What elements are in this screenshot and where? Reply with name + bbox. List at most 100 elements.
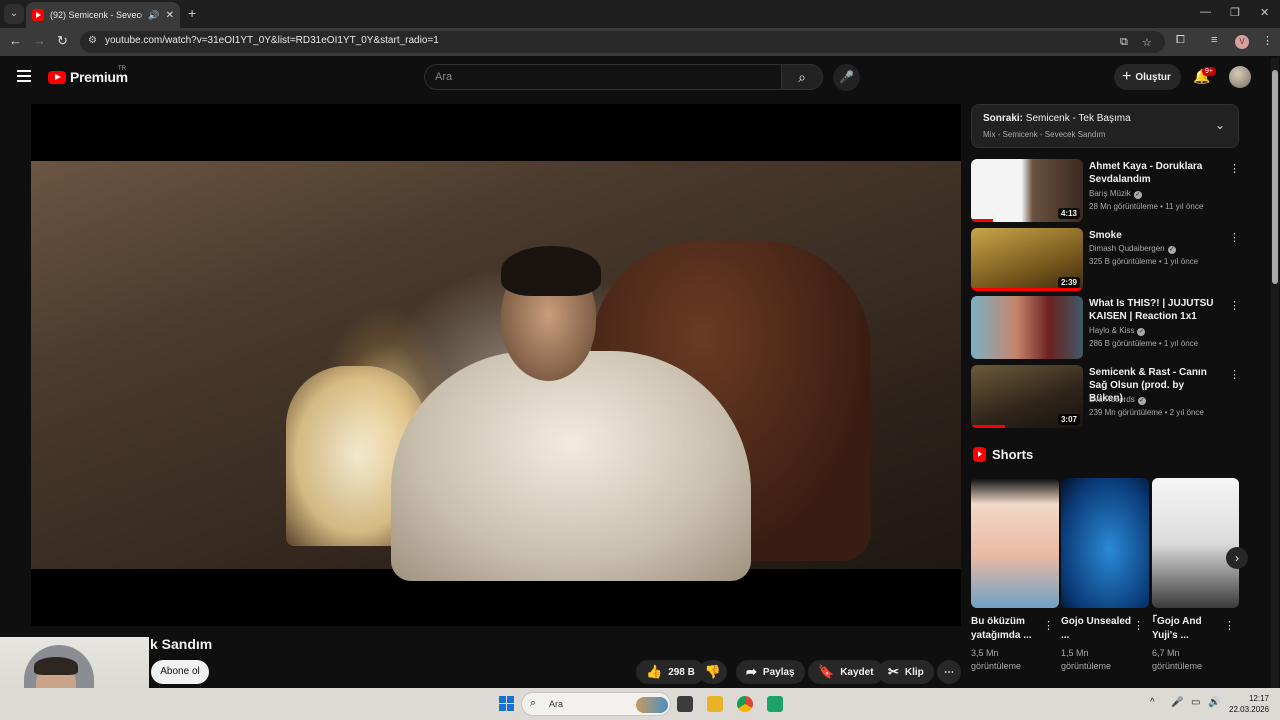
volume-icon[interactable]: 🔊	[1208, 697, 1220, 708]
bookmark-star-icon[interactable]: ☆	[1142, 36, 1152, 49]
duration-badge: 2:39	[1057, 277, 1080, 288]
shorts-label: Shorts	[992, 447, 1034, 462]
share-button[interactable]: ➦ Paylaş	[736, 660, 805, 684]
browser-tab-active[interactable]: (92) Semicenk - Sevecek Sandım - YouTube…	[26, 2, 180, 28]
recommendation-item[interactable]: 2:39 Smoke Dimash Qudaibergen ✓ 325 B gör…	[971, 228, 1241, 292]
minimize-icon[interactable]: —	[1200, 6, 1211, 18]
channel-label: Haylo & Kiss	[1089, 326, 1135, 335]
more-actions-icon[interactable]: ⋯	[937, 660, 961, 684]
browser-profile-avatar[interactable]: V	[1235, 35, 1249, 49]
verified-icon: ✓	[1133, 191, 1142, 199]
file-explorer-icon[interactable]	[707, 696, 723, 712]
short-thumbnail[interactable]	[971, 478, 1059, 608]
taskbar-search-input[interactable]: ⌕ Ara	[521, 692, 671, 716]
youtube-premium-logo[interactable]: Premium TR	[48, 66, 128, 85]
video-scene-person	[391, 351, 751, 581]
video-thumbnail[interactable]	[971, 296, 1083, 359]
taskbar-clock[interactable]: 12:17 22.03.2026	[1229, 693, 1269, 715]
search-icon[interactable]: ⌕	[781, 64, 823, 90]
tab-title: (92) Semicenk - Sevecek Sandım - YouTube	[50, 10, 142, 20]
like-count: 298 B	[668, 666, 695, 678]
clip-button[interactable]: ✂ Klip	[878, 660, 934, 684]
recommendation-title[interactable]: Smoke	[1089, 229, 1219, 242]
recommendation-title[interactable]: What Is THIS?! | JUJUTSU KAISEN | Reacti…	[1089, 297, 1219, 323]
channel-name[interactable]: Barış Müzik ✓	[1089, 189, 1142, 199]
reload-icon[interactable]: ↻	[57, 33, 68, 49]
back-icon[interactable]: ←	[9, 33, 22, 48]
share-icon: ➦	[746, 664, 757, 679]
video-thumbnail[interactable]: 2:39	[971, 228, 1083, 291]
watch-progress-bar	[971, 425, 1005, 428]
video-player[interactable]	[31, 104, 961, 626]
channel-name[interactable]: Dimash Qudaibergen ✓	[1089, 244, 1176, 254]
more-options-icon[interactable]: ⋮	[1133, 619, 1144, 632]
save-button[interactable]: 🔖 Kaydet	[808, 660, 884, 684]
search-input[interactable]: Ara	[424, 64, 782, 90]
new-tab-icon[interactable]: +	[188, 5, 196, 21]
microphone-icon[interactable]: 🎤	[833, 64, 860, 91]
more-options-icon[interactable]: ⋮	[1229, 368, 1240, 381]
short-thumbnail[interactable]	[1061, 478, 1149, 608]
recommendation-item[interactable]: 3:07 Semicenk & Rast - Canın Sağ Olsun (…	[971, 365, 1241, 429]
video-thumbnail[interactable]: 3:07	[971, 365, 1083, 428]
tab-close-icon[interactable]: ✕	[166, 10, 174, 21]
clip-label: Klip	[904, 666, 924, 678]
dislike-button[interactable]: 👎	[699, 660, 727, 684]
maximize-icon[interactable]: ❐	[1230, 6, 1240, 19]
menu-icon[interactable]	[17, 70, 31, 82]
cast-icon[interactable]: ⧉	[1120, 36, 1128, 49]
page-scrollbar[interactable]	[1271, 58, 1279, 688]
windows-start-icon[interactable]	[499, 696, 514, 711]
subscribe-button[interactable]: Abone ol	[151, 660, 209, 684]
chevron-right-icon[interactable]: ›	[1226, 547, 1248, 569]
more-options-icon[interactable]: ⋮	[1229, 162, 1240, 175]
watch-progress-bar	[971, 219, 994, 222]
recommendation-item[interactable]: 4:13 Ahmet Kaya - Doruklara Sevdalandım …	[971, 159, 1241, 223]
video-meta: 239 Mn görüntüleme • 2 yıl önce	[1089, 408, 1204, 417]
chevron-down-icon[interactable]: ⌄	[1215, 118, 1225, 132]
address-url: youtube.com/watch?v=31eOI1YT_0Y&list=RD3…	[105, 35, 439, 46]
more-options-icon[interactable]: ⋮	[1229, 299, 1240, 312]
chrome-icon[interactable]	[737, 696, 753, 712]
tray-chevron-up-icon[interactable]: ^	[1150, 697, 1155, 708]
create-button[interactable]: + Oluştur	[1114, 64, 1181, 90]
media-control-icon[interactable]: ≡	[1211, 34, 1217, 46]
extensions-icon[interactable]: ⧠	[1176, 34, 1185, 47]
bookmark-icon: 🔖	[818, 664, 835, 679]
browser-toolbar: ← → ↻ ⚙ youtube.com/watch?v=31eOI1YT_0Y&…	[0, 28, 1280, 56]
more-options-icon[interactable]: ⋮	[1224, 619, 1235, 632]
more-options-icon[interactable]: ⋮	[1043, 619, 1054, 632]
short-title[interactable]: ｢Gojo And Yuji's ...	[1152, 615, 1224, 643]
task-view-icon[interactable]	[677, 696, 693, 712]
shorts-icon	[973, 447, 986, 462]
country-code: TR	[118, 66, 126, 72]
search-icon: ⌕	[530, 697, 537, 709]
recommendation-item[interactable]: What Is THIS?! | JUJUTSU KAISEN | Reacti…	[971, 296, 1241, 360]
microphone-tray-icon[interactable]: 🎤	[1171, 697, 1183, 708]
channel-name[interactable]: Haylo & Kiss ✓	[1089, 326, 1146, 336]
recommendation-title[interactable]: Ahmet Kaya - Doruklara Sevdalandım	[1089, 160, 1219, 186]
tab-audio-icon[interactable]: 🔊	[148, 10, 159, 21]
forward-icon[interactable]: →	[33, 33, 46, 48]
clock-date: 22.03.2026	[1229, 705, 1270, 714]
tab-search-icon[interactable]: ⌄	[4, 4, 24, 24]
browser-menu-icon[interactable]: ⋮	[1262, 34, 1273, 47]
network-icon[interactable]: ▭	[1191, 697, 1200, 708]
site-info-icon[interactable]: ⚙	[88, 35, 97, 46]
address-bar[interactable]: ⚙ youtube.com/watch?v=31eOI1YT_0Y&list=R…	[80, 31, 1165, 53]
up-next-prefix: Sonraki:	[983, 113, 1024, 124]
account-avatar[interactable]	[1229, 66, 1251, 88]
watch-progress-bar	[971, 288, 1083, 291]
channel-name[interactable]: Eva Records ✓	[1089, 395, 1146, 405]
video-thumbnail[interactable]: 4:13	[971, 159, 1083, 222]
like-button[interactable]: 👍 298 B	[636, 660, 705, 684]
more-options-icon[interactable]: ⋮	[1229, 231, 1240, 244]
window-close-icon[interactable]: ✕	[1260, 6, 1269, 19]
scrollbar-thumb[interactable]	[1272, 70, 1278, 284]
short-title[interactable]: Bu öküzüm yatağımda ...	[971, 615, 1043, 643]
short-title[interactable]: Gojo Unsealed ...	[1061, 615, 1133, 643]
short-thumbnail[interactable]	[1152, 478, 1239, 608]
youtube-header: Premium TR Ara ⌕ 🎤 + Oluştur 🔔 9+	[0, 56, 1280, 98]
up-next-panel[interactable]: Sonraki: Semicenk - Tek Başıma Mix - Sem…	[971, 104, 1239, 148]
app-icon[interactable]	[767, 696, 783, 712]
